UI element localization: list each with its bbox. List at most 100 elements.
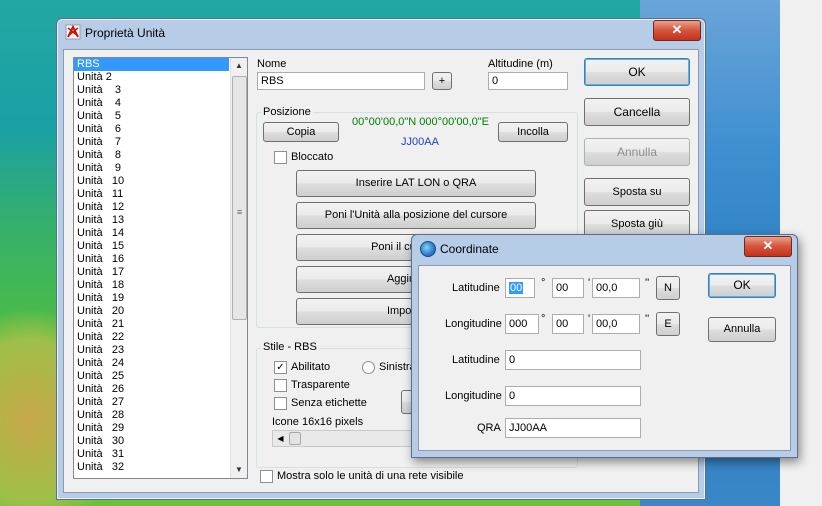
unit-list-item[interactable]: Unità 14: [74, 227, 229, 240]
lat-hemisphere-button[interactable]: N: [656, 276, 680, 300]
lat-degrees-value: 00: [509, 282, 524, 294]
unit-list-item[interactable]: Unità 30: [74, 435, 229, 448]
place-unit-at-cursor-button[interactable]: Poni l'Unità alla posizione del cursore: [296, 202, 536, 229]
dialog-ok-button[interactable]: OK: [708, 273, 776, 298]
lat-degree-symbol: °: [541, 277, 546, 289]
undo-button[interactable]: Annulla: [584, 138, 690, 166]
lat-degrees-input[interactable]: 00: [505, 278, 535, 298]
unit-list-item[interactable]: Unità 21: [74, 318, 229, 331]
scroll-down-icon[interactable]: ▼: [231, 462, 247, 478]
add-name-button[interactable]: +: [432, 72, 452, 90]
name-input[interactable]: RBS: [257, 72, 425, 90]
move-up-button[interactable]: Sposta su: [584, 178, 690, 206]
icons-size-label: Icone 16x16 pixels: [272, 416, 364, 428]
unit-list-item[interactable]: Unità 3: [74, 84, 229, 97]
position-group-label: Posizione: [261, 106, 313, 118]
unit-list-item[interactable]: Unità 16: [74, 253, 229, 266]
coordinates-text: 00°00'00,0"N 000°00'00,0"E: [352, 116, 490, 128]
close-button[interactable]: ✕: [653, 20, 701, 41]
icon-size-thumb[interactable]: [289, 432, 301, 445]
unit-icon: [65, 24, 81, 40]
lon-decimal-input[interactable]: 0: [505, 386, 641, 406]
lat-label: Latitudine: [452, 282, 500, 294]
unit-list-item[interactable]: Unità 17: [74, 266, 229, 279]
copy-button[interactable]: Copia: [263, 122, 339, 142]
lon-minutes-input[interactable]: 00: [552, 314, 584, 334]
lon-seconds-input[interactable]: 00,0: [592, 314, 640, 334]
left-radio[interactable]: [362, 361, 375, 374]
scroll-up-icon[interactable]: ▲: [231, 58, 247, 74]
globe-icon: [420, 241, 436, 257]
insert-latlon-button[interactable]: Inserire LAT LON o QRA: [296, 170, 536, 197]
unit-list-item[interactable]: Unità 11: [74, 188, 229, 201]
unit-list-item[interactable]: Unità 25: [74, 370, 229, 383]
unit-list-item[interactable]: Unità 9: [74, 162, 229, 175]
lat-second-symbol: '': [645, 277, 650, 289]
lat-decimal-label: Latitudine: [452, 354, 500, 366]
altitude-label: Altitudine (m): [488, 58, 553, 70]
dialog-client: Latitudine 00 ° 00 ' 00,0 '' N Longitudi…: [418, 265, 791, 451]
paste-button[interactable]: Incolla: [498, 122, 568, 142]
locked-checkbox[interactable]: [274, 151, 287, 164]
unit-list-item[interactable]: Unità 15: [74, 240, 229, 253]
show-only-visible-label: Mostra solo le unità di una rete visibil…: [277, 470, 464, 482]
qra-text: JJ00AA: [401, 136, 439, 148]
transparent-checkbox[interactable]: [274, 379, 287, 392]
unit-list-item[interactable]: Unità 23: [74, 344, 229, 357]
unit-list-item[interactable]: Unità 12: [74, 201, 229, 214]
altitude-input[interactable]: 0: [488, 72, 568, 90]
unit-list-item[interactable]: Unità 4: [74, 97, 229, 110]
dialog-title: Coordinate: [440, 242, 499, 256]
show-only-visible-checkbox[interactable]: [260, 470, 273, 483]
unit-list-item[interactable]: Unità 5: [74, 110, 229, 123]
unit-list-item[interactable]: Unità 8: [74, 149, 229, 162]
list-scrollbar[interactable]: ▲ ≡ ▼: [230, 58, 247, 478]
unit-list-item[interactable]: Unità 32: [74, 461, 229, 474]
ok-button[interactable]: OK: [584, 58, 690, 86]
unit-list-item[interactable]: Unità 26: [74, 383, 229, 396]
lat-minutes-input[interactable]: 00: [552, 278, 584, 298]
unit-list: RBS Unità 2 Unità 3 Unità 4 Unità 5 Unità 6 Un…: [74, 58, 229, 474]
lon-degrees-input[interactable]: 000: [505, 314, 539, 334]
locked-label: Bloccato: [291, 151, 334, 163]
enabled-checkbox[interactable]: ✓: [274, 361, 287, 374]
unit-list-item[interactable]: Unità 18: [74, 279, 229, 292]
dialog-cancel-button[interactable]: Annulla: [708, 317, 776, 342]
dialog-close-button[interactable]: ✕: [744, 236, 792, 257]
enabled-label: Abilitato: [291, 361, 331, 373]
scroll-thumb[interactable]: ≡: [232, 76, 247, 320]
unit-list-item[interactable]: Unità 24: [74, 357, 229, 370]
unit-list-item[interactable]: Unità 20: [74, 305, 229, 318]
window-title: Proprietà Unità: [85, 26, 166, 40]
lon-degree-symbol: °: [541, 313, 546, 325]
unit-list-item[interactable]: Unità 10: [74, 175, 229, 188]
unit-list-item[interactable]: Unità 28: [74, 409, 229, 422]
unit-list-item[interactable]: Unità 19: [74, 292, 229, 305]
unit-list-item[interactable]: Unità 31: [74, 448, 229, 461]
lat-minute-symbol: ': [588, 277, 591, 289]
unit-list-item[interactable]: Unità 6: [74, 123, 229, 136]
unit-list-item[interactable]: Unità 13: [74, 214, 229, 227]
style-group-label: Stile - RBS: [261, 341, 319, 353]
lon-decimal-label: Longitudine: [445, 390, 502, 402]
lon-hemisphere-button[interactable]: E: [656, 312, 680, 336]
unit-list-item[interactable]: Unità 27: [74, 396, 229, 409]
scroll-left-icon[interactable]: ◀: [274, 432, 287, 445]
icon-size-scrollbar[interactable]: ◀: [272, 430, 424, 447]
cancel-button[interactable]: Cancella: [584, 98, 690, 126]
unit-list-item[interactable]: Unità 2: [74, 71, 229, 84]
lat-seconds-input[interactable]: 00,0: [592, 278, 640, 298]
name-label: Nome: [257, 58, 287, 70]
no-labels-checkbox[interactable]: [274, 397, 287, 410]
unit-list-item[interactable]: Unità 7: [74, 136, 229, 149]
unit-list-item[interactable]: Unità 22: [74, 331, 229, 344]
qra-input[interactable]: JJ00AA: [505, 418, 641, 438]
no-labels-label: Senza etichette: [291, 397, 367, 409]
coordinate-dialog: Coordinate ✕ Latitudine 00 ° 00 ' 00,0 '…: [411, 234, 798, 458]
lat-decimal-input[interactable]: 0: [505, 350, 641, 370]
unit-list-item[interactable]: Unità 29: [74, 422, 229, 435]
lon-minute-symbol: ': [588, 313, 591, 325]
unit-listbox[interactable]: RBS Unità 2 Unità 3 Unità 4 Unità 5 Unità 6 Un…: [73, 57, 248, 479]
transparent-label: Trasparente: [291, 379, 350, 391]
unit-list-item[interactable]: RBS: [74, 58, 229, 71]
